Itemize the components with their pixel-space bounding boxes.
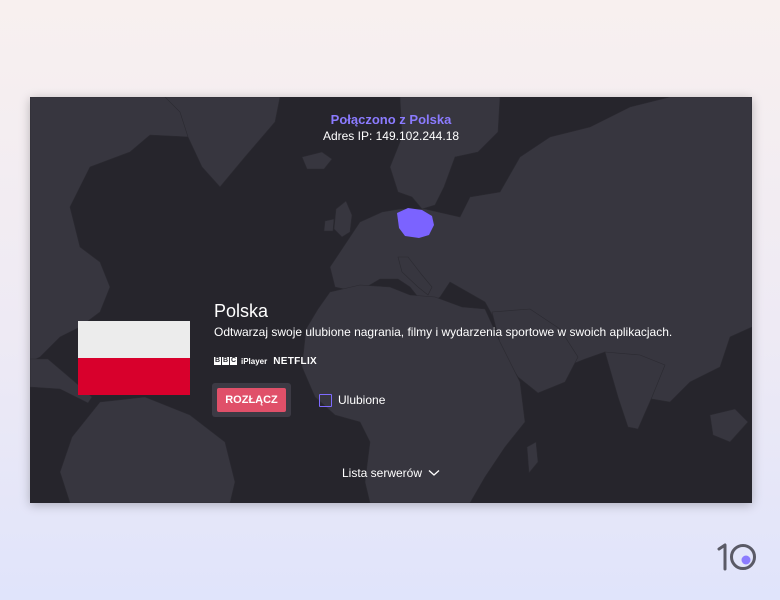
bbc-letter: C xyxy=(230,357,237,365)
bbc-letter: B xyxy=(222,357,229,365)
disconnect-button[interactable]: ROZŁĄCZ xyxy=(217,388,286,412)
streaming-services: B B C iPlayer NETFLIX xyxy=(214,354,317,368)
disconnect-button-focus-ring: ROZŁĄCZ xyxy=(212,383,291,417)
iplayer-logo: iPlayer xyxy=(241,356,268,366)
iceland-landmass xyxy=(301,151,333,170)
flag-red-stripe xyxy=(78,358,190,395)
borneo-landmass xyxy=(709,408,749,443)
connection-status: Połączono z Polska xyxy=(330,112,452,127)
favorite-checkbox[interactable] xyxy=(319,393,332,407)
britain-landmass xyxy=(333,200,353,238)
ireland-landmass xyxy=(323,218,335,232)
favorite-label: Ulubione xyxy=(338,393,386,407)
south-america-landmass xyxy=(59,396,236,503)
flag-white-stripe xyxy=(78,321,190,358)
favorite-toggle[interactable]: Ulubione xyxy=(319,393,385,407)
world-map xyxy=(30,97,752,503)
netflix-logo: NETFLIX xyxy=(273,355,318,367)
bbc-logo: B B C xyxy=(214,357,237,365)
brand-logo: 10 xyxy=(715,542,756,571)
vpn-app-window: Połączono z Polska Adres IP: 149.102.244… xyxy=(30,97,752,503)
country-name: Polska xyxy=(214,301,269,321)
chevron-down-icon xyxy=(428,470,440,476)
bbc-letter: B xyxy=(214,357,221,365)
ip-address: Adres IP: 149.102.244.18 xyxy=(322,129,460,143)
country-description: Odtwarzaj swoje ulubione nagrania, filmy… xyxy=(214,325,673,339)
brand-logo-text: 10 xyxy=(715,542,717,543)
poland-flag xyxy=(78,321,190,395)
server-list-toggle[interactable]: Lista serwerów xyxy=(30,466,752,480)
server-list-label: Lista serwerów xyxy=(341,466,423,480)
